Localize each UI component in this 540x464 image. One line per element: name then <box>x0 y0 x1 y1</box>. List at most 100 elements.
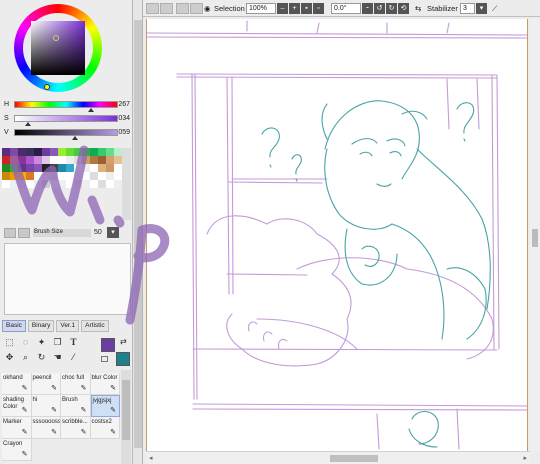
sketch-stroke <box>192 403 527 407</box>
pen-pressure-icon[interactable]: ⟋ <box>492 4 497 14</box>
sketch-stroke <box>316 22 320 34</box>
hue-marker[interactable] <box>44 84 50 90</box>
brush-item[interactable]: shading Color ✎ <box>2 395 32 417</box>
brush-item-label: okhand <box>3 375 23 381</box>
brush-icon: ✎ <box>110 407 116 414</box>
brush-item[interactable]: jvjgjsjxj ✎ <box>90 395 120 417</box>
sketch-stroke <box>176 76 498 79</box>
top-toolbar: ◉ Selection 100% – + ▪ ▫ 0.0° ⁃ ↺ ↻ ⟲ ⇆ … <box>143 0 540 17</box>
brush-item[interactable]: Marker ✎ <box>2 417 32 439</box>
sketch-stroke <box>291 154 302 175</box>
selection-label[interactable]: Selection <box>214 4 245 13</box>
wip-watermark <box>9 145 170 325</box>
sketch-stroke <box>321 103 328 140</box>
sketch-stroke <box>456 408 460 450</box>
brush-icon: ✎ <box>80 429 87 436</box>
sketch-stroke <box>269 164 272 168</box>
sketch-stroke <box>389 151 402 157</box>
toolbar-button[interactable] <box>160 3 173 14</box>
brush-item-label: costsx2 <box>91 419 112 425</box>
brush-item-label: blur Color <box>91 375 118 381</box>
scroll-left-icon[interactable]: ◂ <box>149 454 153 462</box>
hue-slider[interactable]: H 267 <box>4 100 130 112</box>
brush-item[interactable]: choc full ✎ <box>61 373 91 395</box>
sketch-stroke <box>147 36 527 39</box>
brush-item[interactable]: peencil ✎ <box>31 373 61 395</box>
zoom-fit-icon[interactable]: ▫ <box>313 3 324 14</box>
brush-icon: ✎ <box>110 429 116 436</box>
rotate-reset-icon[interactable]: ⟲ <box>398 3 409 14</box>
hue-value: 267 <box>118 101 130 108</box>
toolbar-button[interactable] <box>146 3 159 14</box>
brush-item-label: choc full <box>62 375 85 381</box>
canvas-horizontal-scrollbar[interactable]: ◂ ▸ <box>146 451 530 464</box>
brush-item[interactable]: scribble... ✎ <box>61 417 91 439</box>
scrollbar-thumb[interactable] <box>122 380 130 440</box>
sketch-stroke <box>263 331 273 342</box>
hue-track[interactable] <box>14 101 118 108</box>
brush-item[interactable]: okhand ✎ <box>2 373 32 395</box>
brush-item[interactable]: sssooooss ✎ <box>31 417 61 439</box>
sketch-stroke <box>361 245 380 267</box>
scroll-right-icon[interactable]: ▸ <box>523 454 527 462</box>
sketch-stroke <box>176 73 498 76</box>
brush-item-label: Marker <box>3 419 22 425</box>
brush-item[interactable]: costsx2 ✎ <box>90 417 120 439</box>
wip-stroke-i <box>87 195 105 225</box>
sketch-stroke <box>446 78 450 130</box>
zoom-field[interactable]: 100% <box>246 3 276 14</box>
rotate-left-icon[interactable]: ↺ <box>374 3 385 14</box>
sv-marker[interactable] <box>53 35 59 41</box>
scrollbar-thumb[interactable] <box>330 455 378 462</box>
sketch-stroke <box>446 267 487 340</box>
rotation-field[interactable]: 0.0° <box>331 3 361 14</box>
sketch-stroke <box>476 78 480 130</box>
sketch-stroke <box>324 148 393 230</box>
sketch-stroke <box>296 257 494 360</box>
stabilizer-label: Stabilizer <box>427 4 458 13</box>
brush-item[interactable]: blur Color ✎ <box>90 373 120 395</box>
wip-stroke-p <box>125 224 170 325</box>
hue-thumb[interactable] <box>87 108 94 112</box>
sketch-stroke <box>416 148 491 310</box>
hue-slider-label: H <box>4 101 10 108</box>
sketch-stroke <box>147 32 527 36</box>
canvas-vertical-scrollbar[interactable] <box>530 19 540 451</box>
brush-list: okhand ✎ peencil ✎ choc full ✎ blur Color ✎ shad… <box>2 373 120 464</box>
saturation-value-square[interactable] <box>31 21 85 75</box>
brush-item-label: scribble... <box>62 419 88 425</box>
toolbar-button[interactable] <box>176 3 189 14</box>
brush-icon: ✎ <box>21 407 28 414</box>
rotate-right-icon[interactable]: ↻ <box>386 3 397 14</box>
brush-item[interactable]: Brush ✎ <box>61 395 91 417</box>
sketch-stroke <box>344 228 398 286</box>
sketch-stroke <box>401 110 428 120</box>
zoom-out-icon[interactable]: – <box>277 3 288 14</box>
brush-icon: ✎ <box>51 407 57 414</box>
brush-list-scrollbar[interactable] <box>121 370 131 464</box>
sketch-stroke <box>391 223 445 340</box>
stabilizer-field[interactable]: 3 <box>460 3 475 14</box>
rotation-stepper-icon[interactable]: ⁃ <box>362 3 373 14</box>
sketch-stroke <box>491 74 495 350</box>
flip-icon[interactable]: ⇆ <box>415 4 421 13</box>
sketch-stroke <box>228 181 323 184</box>
chevron-down-icon[interactable]: ▾ <box>476 3 487 14</box>
sketch-stroke <box>456 102 475 134</box>
brush-item[interactable]: Crayon ✎ <box>2 439 32 461</box>
brush-icon: ✎ <box>80 407 87 414</box>
zoom-in-icon[interactable]: + <box>289 3 300 14</box>
brush-item[interactable]: hi ✎ <box>31 395 61 417</box>
scrollbar-thumb[interactable] <box>532 229 538 247</box>
sketch-stroke <box>359 151 373 157</box>
sketch-stroke <box>376 413 380 450</box>
brush-item-label: hi <box>32 397 38 403</box>
eye-icon[interactable]: ◉ <box>204 4 211 13</box>
sketch-stroke <box>496 74 500 350</box>
brush-icon: ✎ <box>80 385 87 392</box>
toolbar-button[interactable] <box>190 3 203 14</box>
teal-sketch-layer <box>261 100 491 448</box>
brush-icon: ✎ <box>110 385 116 392</box>
sketch-stroke <box>278 338 288 350</box>
zoom-reset-icon[interactable]: ▪ <box>301 3 312 14</box>
